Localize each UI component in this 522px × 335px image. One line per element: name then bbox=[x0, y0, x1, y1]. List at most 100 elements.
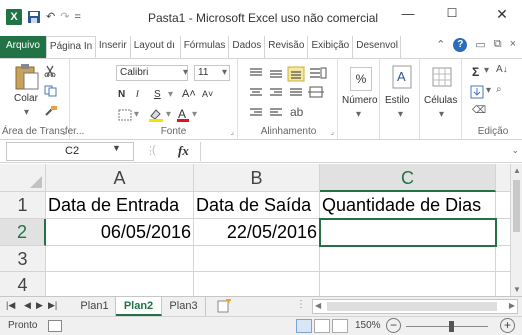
maximize-button[interactable]: ☐ bbox=[440, 6, 464, 20]
cell-d1[interactable] bbox=[496, 192, 510, 219]
cell-b4[interactable] bbox=[194, 272, 320, 296]
font-color-icon[interactable]: A bbox=[176, 107, 190, 123]
customize-qat-icon[interactable]: = bbox=[74, 9, 80, 25]
cells-label[interactable]: Células bbox=[424, 95, 457, 106]
cancel-entry-icon[interactable]: ( bbox=[152, 144, 156, 156]
page-layout-view-button[interactable] bbox=[314, 319, 330, 333]
autosum-dropdown-icon[interactable]: ▾ bbox=[484, 65, 489, 76]
row-header-2[interactable]: 2 bbox=[0, 219, 46, 246]
paste-label[interactable]: Colar bbox=[14, 93, 38, 104]
fill-color-dropdown-icon[interactable]: ▾ bbox=[166, 109, 171, 120]
sort-filter-icon[interactable]: A↓ bbox=[496, 64, 508, 75]
italic-button[interactable]: I bbox=[136, 89, 139, 100]
number-dropdown-icon[interactable]: ▾ bbox=[356, 109, 361, 120]
tab-layout[interactable]: Layout dı bbox=[131, 36, 181, 58]
cell-c3[interactable] bbox=[320, 246, 496, 272]
font-size-dropdown-icon[interactable]: ▾ bbox=[222, 67, 227, 78]
cell-b1[interactable]: Data de Saída bbox=[194, 192, 320, 219]
column-header-d[interactable] bbox=[496, 164, 510, 192]
tab-arquivo[interactable]: Arquivo bbox=[0, 36, 46, 58]
find-select-icon[interactable]: ⌕ bbox=[496, 84, 502, 95]
tab-split-handle[interactable]: ⋮ bbox=[296, 299, 306, 310]
alignment-launcher-icon[interactable]: ⌟ bbox=[330, 127, 334, 136]
close-button[interactable]: ✕ bbox=[490, 6, 514, 23]
help-icon[interactable]: ? bbox=[453, 38, 468, 52]
styles-label[interactable]: Estilo bbox=[385, 95, 409, 106]
percent-button[interactable]: % bbox=[350, 67, 372, 91]
tab-exibicao[interactable]: Exibição bbox=[308, 36, 354, 58]
cell-c2-active[interactable] bbox=[319, 218, 497, 247]
scroll-right-icon[interactable]: ▶ bbox=[509, 301, 515, 310]
horizontal-scroll-thumb[interactable] bbox=[327, 302, 497, 311]
next-sheet-icon[interactable]: ▶ bbox=[36, 300, 43, 311]
tab-inserir[interactable]: Inserir bbox=[96, 36, 131, 58]
grow-font-button[interactable]: A˄ bbox=[182, 88, 196, 100]
styles-dropdown-icon[interactable]: ▾ bbox=[398, 109, 403, 120]
font-color-dropdown-icon[interactable]: ▾ bbox=[192, 109, 197, 120]
page-break-view-button[interactable] bbox=[332, 319, 348, 333]
paste-icon[interactable] bbox=[14, 63, 40, 91]
cells-dropdown-icon[interactable]: ▾ bbox=[439, 109, 444, 120]
bold-button[interactable]: N bbox=[118, 89, 125, 100]
new-sheet-icon[interactable] bbox=[216, 299, 232, 314]
font-name-dropdown-icon[interactable]: ▾ bbox=[183, 67, 188, 78]
underline-button[interactable]: S bbox=[154, 89, 161, 100]
ribbon-minimize-icon[interactable]: ▭ bbox=[475, 38, 485, 52]
underline-dropdown-icon[interactable]: ▾ bbox=[168, 89, 173, 100]
formula-input[interactable] bbox=[200, 142, 516, 161]
tab-revisao[interactable]: Revisão bbox=[265, 36, 309, 58]
prev-sheet-icon[interactable]: ◀ bbox=[24, 300, 31, 311]
row-header-3[interactable]: 3 bbox=[0, 246, 46, 272]
clipboard-launcher-icon[interactable]: ⌟ bbox=[62, 127, 66, 136]
fill-color-icon[interactable] bbox=[148, 108, 164, 122]
zoom-slider-thumb[interactable] bbox=[449, 321, 454, 332]
cell-a1[interactable]: Data de Entrada bbox=[46, 192, 194, 219]
last-sheet-icon[interactable]: ▶| bbox=[48, 300, 57, 311]
save-icon[interactable] bbox=[27, 10, 41, 24]
column-header-a[interactable]: A bbox=[46, 164, 194, 192]
font-launcher-icon[interactable]: ⌟ bbox=[230, 127, 234, 136]
cell-d3[interactable] bbox=[496, 246, 510, 272]
borders-icon[interactable] bbox=[118, 109, 132, 121]
zoom-out-button[interactable]: − bbox=[386, 318, 401, 333]
tab-dados[interactable]: Dados bbox=[229, 36, 266, 58]
cell-a4[interactable] bbox=[46, 272, 194, 296]
alignment-icons[interactable]: ab bbox=[248, 65, 334, 125]
redo-icon[interactable]: ↷ bbox=[60, 9, 69, 25]
cell-c1[interactable]: Quantidade de Dias bbox=[320, 192, 496, 219]
cell-d2[interactable] bbox=[496, 219, 510, 246]
column-header-b[interactable]: B bbox=[194, 164, 320, 192]
expand-formula-bar-icon[interactable]: ⌄ bbox=[511, 145, 519, 156]
tab-pagina-inicial[interactable]: Página In bbox=[45, 36, 96, 58]
row-header-4[interactable]: 4 bbox=[0, 272, 46, 296]
restore-workbook-icon[interactable]: ⧉ bbox=[494, 38, 502, 52]
autosum-button[interactable]: Σ bbox=[472, 65, 479, 79]
fill-icon[interactable] bbox=[470, 85, 484, 99]
cell-b3[interactable] bbox=[194, 246, 320, 272]
column-header-c[interactable]: C bbox=[320, 164, 496, 192]
name-box-dropdown-icon[interactable]: ▼ bbox=[112, 143, 121, 153]
cell-a2[interactable]: 06/05/2016 bbox=[46, 219, 194, 246]
minimize-button[interactable]: — bbox=[396, 6, 420, 21]
cells-icon[interactable] bbox=[432, 65, 452, 89]
borders-dropdown-icon[interactable]: ▾ bbox=[134, 109, 139, 120]
zoom-level[interactable]: 150% bbox=[355, 320, 381, 331]
font-name-select[interactable]: Calibri bbox=[116, 65, 188, 81]
scroll-up-icon[interactable]: ▲ bbox=[513, 166, 521, 175]
undo-icon[interactable]: ↶ bbox=[46, 9, 55, 25]
vertical-scrollbar[interactable]: ▲ ▼ bbox=[510, 164, 522, 296]
cell-b2[interactable]: 22/05/2016 bbox=[194, 219, 320, 246]
copy-icon[interactable] bbox=[44, 85, 58, 97]
collapse-ribbon-icon[interactable]: ⌃ bbox=[436, 38, 445, 52]
select-all-button[interactable] bbox=[0, 164, 46, 192]
cut-icon[interactable] bbox=[44, 65, 56, 77]
shrink-font-button[interactable]: A˅ bbox=[202, 89, 213, 99]
paste-dropdown-icon[interactable]: ▾ bbox=[24, 107, 29, 118]
sheet-tab-plan1[interactable]: Plan1 bbox=[74, 297, 116, 316]
row-header-1[interactable]: 1 bbox=[0, 192, 46, 219]
zoom-in-button[interactable]: + bbox=[500, 318, 515, 333]
fill-dropdown-icon[interactable]: ▾ bbox=[486, 85, 491, 96]
insert-function-button[interactable]: fx bbox=[178, 143, 189, 159]
scroll-left-icon[interactable]: ◀ bbox=[315, 301, 321, 310]
clear-icon[interactable]: ⌫ bbox=[472, 105, 486, 116]
